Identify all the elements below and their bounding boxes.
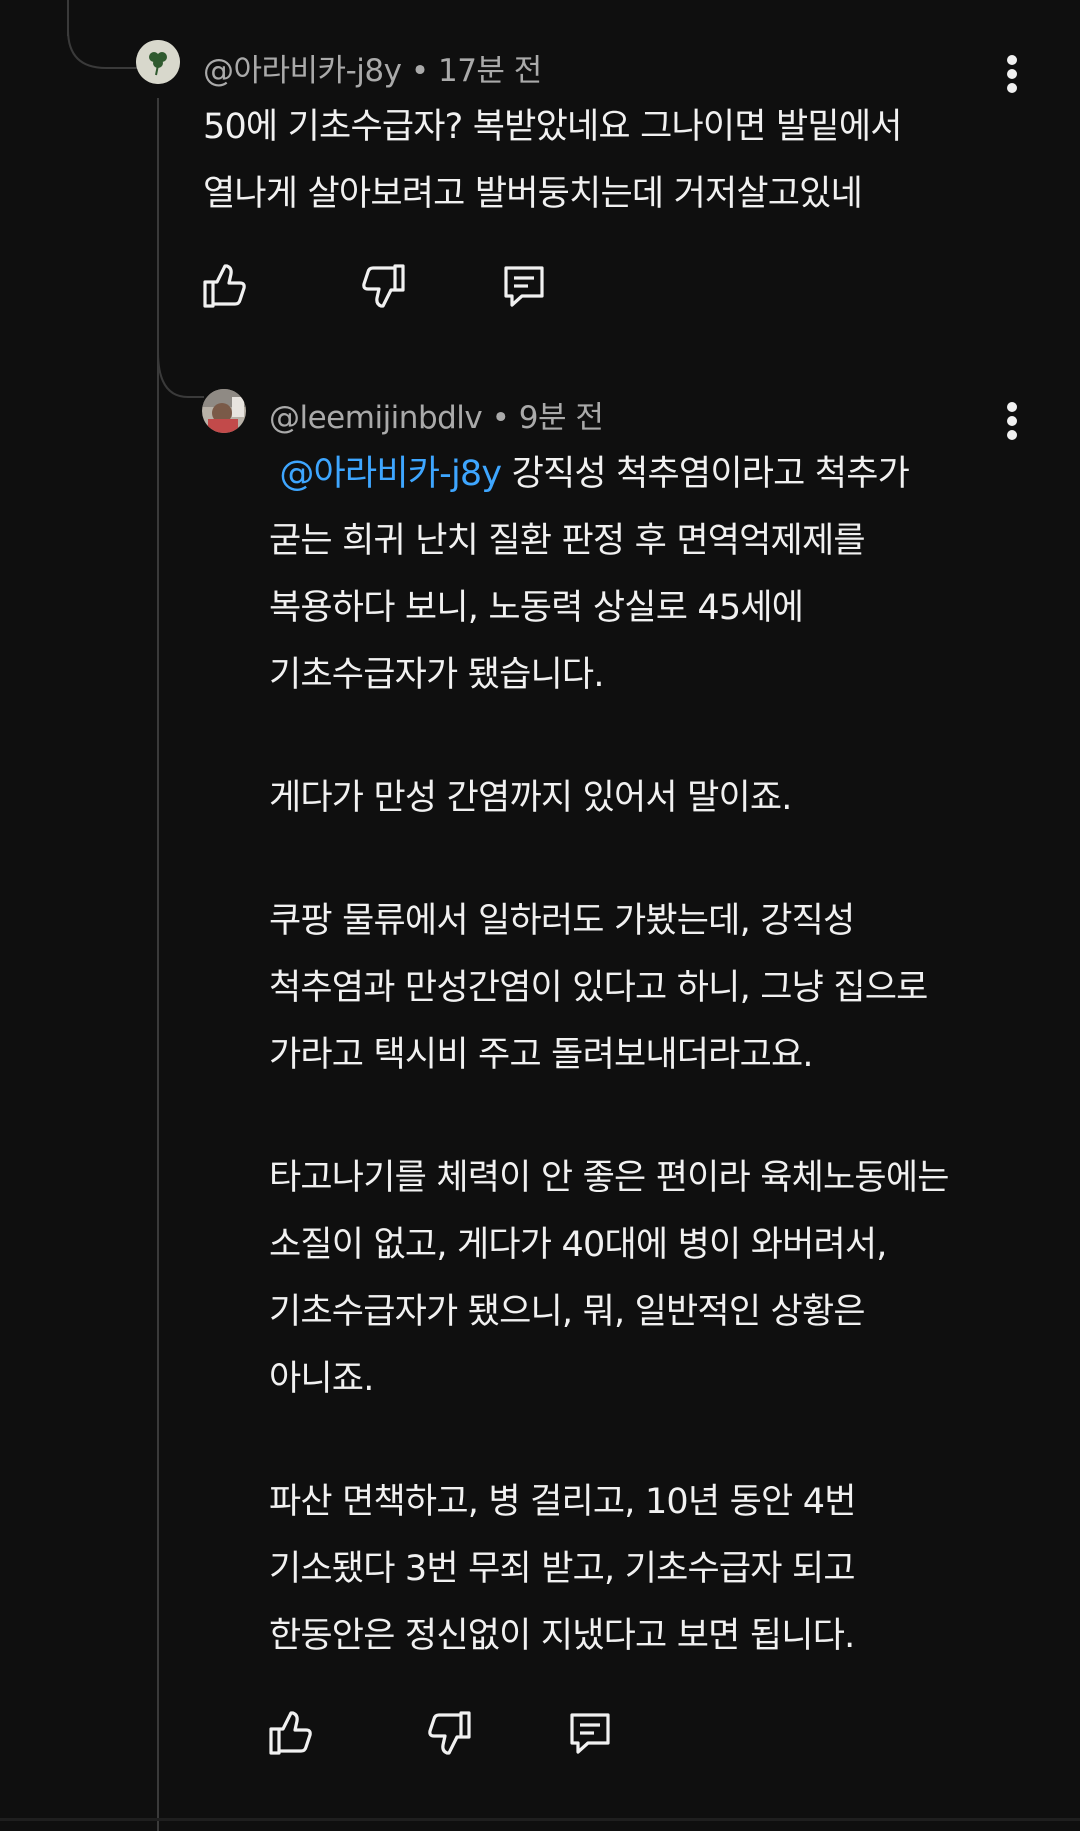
- reply-avatar[interactable]: [202, 389, 246, 433]
- reply-author[interactable]: @leemijinbdlv: [269, 400, 483, 436]
- meta-separator: •: [491, 400, 510, 436]
- reply-meta: @leemijinbdlv • 9분 전: [269, 392, 604, 437]
- reply-line: 파산 면책하고, 병 걸리고, 10년 동안 4번: [269, 1482, 856, 1522]
- reply-line: 쿠팡 물류에서 일하러도 가봤는데, 강직성: [269, 901, 855, 941]
- reply-line: 기소됐다 3번 무죄 받고, 기초수급자 되고: [269, 1549, 856, 1589]
- reply-line: 가라고 택시비 주고 돌려보내더라고요.: [269, 1035, 814, 1075]
- reply-first-line-rest: 강직성 척추염이라고 척추가: [501, 454, 910, 494]
- thumbs-up-icon: [203, 264, 246, 308]
- reply-line: 한동안은 정신없이 지냈다고 보면 됩니다.: [269, 1616, 855, 1656]
- thumbs-down-icon: [362, 264, 405, 308]
- comment-time: 17분 전: [437, 53, 542, 89]
- dislike-button[interactable]: [421, 1705, 477, 1761]
- like-button[interactable]: [197, 258, 253, 314]
- comment-author[interactable]: @아라비카-j8y: [203, 53, 402, 89]
- thumbs-down-icon: [428, 1711, 471, 1755]
- reply-line: 소질이 없고, 게다가 40대에 병이 와버려서,: [269, 1225, 887, 1265]
- comment-meta: @아라비카-j8y • 17분 전: [203, 45, 542, 90]
- like-button[interactable]: [263, 1705, 319, 1761]
- bottom-divider: [0, 1818, 1080, 1821]
- reply-line: 타고나기를 체력이 안 좋은 편이라 육체노동에는: [269, 1158, 949, 1198]
- reply-line: 게다가 만성 간염까지 있어서 말이죠.: [269, 778, 792, 818]
- reply-line: 아니죠.: [269, 1359, 374, 1399]
- reply-time: 9분 전: [518, 400, 604, 436]
- thread-curve-reply: [157, 352, 204, 398]
- reply-line: 굳는 희귀 난치 질환 판정 후 면역억제제를: [269, 521, 866, 561]
- reply-line: 기초수급자가 됐으니, 뭐, 일반적인 상황은: [269, 1292, 866, 1332]
- reply-text: @아라비카-j8y 강직성 척추염이라고 척추가 굳는 희귀 난치 질환 판정 …: [269, 441, 949, 1670]
- reply-comment-icon: [504, 266, 544, 307]
- reply-button[interactable]: [562, 1705, 618, 1761]
- reply-comment-icon: [570, 1713, 610, 1754]
- comment-text: 50에 기초수급자? 복받았네요 그나이면 발밑에서 열나게 살아보려고 발버둥…: [203, 94, 902, 228]
- thumbs-up-icon: [269, 1711, 312, 1755]
- clover-avatar-icon: [136, 40, 180, 84]
- comment-more-button[interactable]: [1000, 52, 1024, 96]
- meta-separator: •: [410, 53, 429, 89]
- reply-line: 기초수급자가 됐습니다.: [269, 655, 604, 695]
- photo-avatar-icon: [202, 389, 246, 433]
- reply-more-button[interactable]: [1000, 399, 1024, 443]
- thread-curve-top: [67, 30, 144, 69]
- comment-line: 50에 기초수급자? 복받았네요 그나이면 발밑에서: [203, 107, 902, 147]
- reply-line: 복용하다 보니, 노동력 상실로 45세에: [269, 588, 804, 628]
- mention-link[interactable]: @아라비카-j8y: [279, 454, 502, 494]
- reply-line: 척추염과 만성간염이 있다고 하니, 그냥 집으로: [269, 968, 928, 1008]
- dislike-button[interactable]: [355, 258, 411, 314]
- avatar[interactable]: [136, 40, 180, 84]
- reply-button[interactable]: [496, 258, 552, 314]
- reply-first-line: @아라비카-j8y 강직성 척추염이라고 척추가: [269, 441, 949, 508]
- comment-line: 열나게 살아보려고 발버둥치는데 거저살고있네: [203, 174, 863, 214]
